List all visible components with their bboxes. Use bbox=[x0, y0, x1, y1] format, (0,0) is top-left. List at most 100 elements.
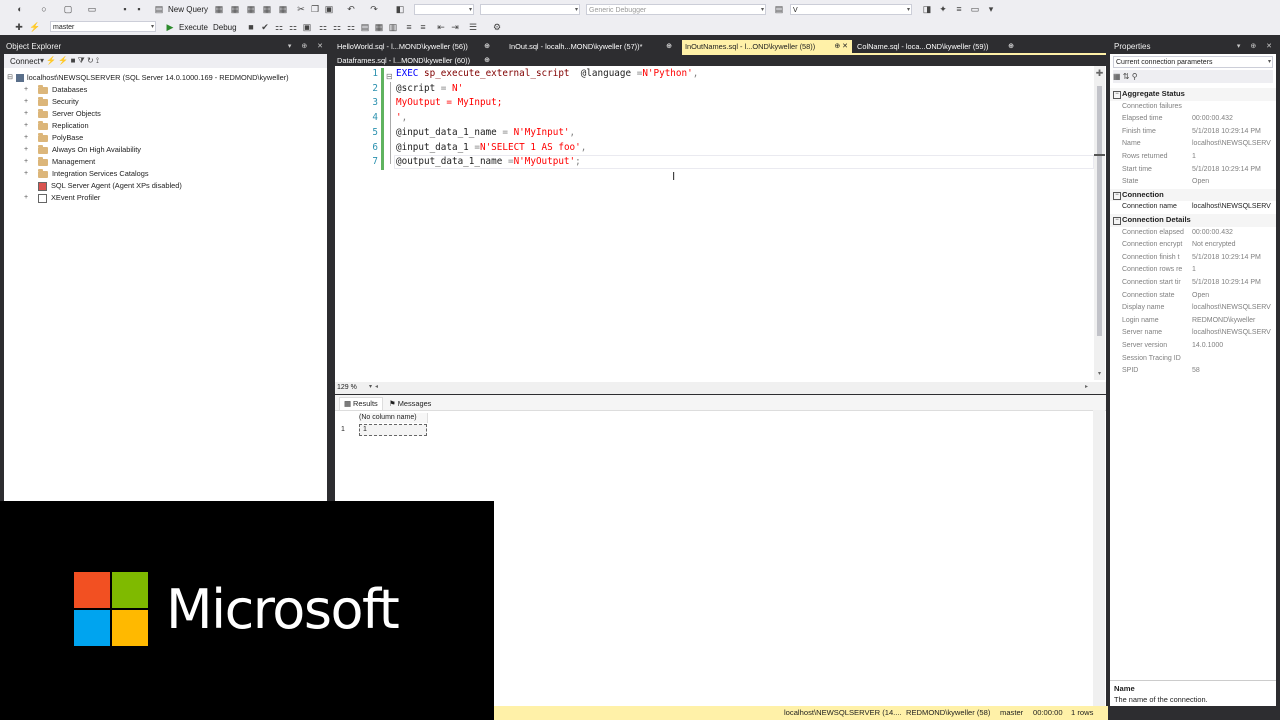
property-category[interactable]: − Aggregate Status bbox=[1110, 88, 1276, 101]
save-icon[interactable]: ▪ bbox=[120, 3, 130, 15]
scroll-left-icon[interactable]: ◂ bbox=[375, 383, 378, 390]
dmx-query-icon[interactable]: ▦ bbox=[246, 3, 256, 15]
platform-combo[interactable]: ▾ bbox=[480, 4, 580, 15]
execute-button[interactable]: Execute bbox=[179, 23, 208, 32]
properties-object-selector[interactable]: Current connection parameters ▾ bbox=[1113, 56, 1273, 68]
specify-values-icon[interactable]: ☰ bbox=[468, 21, 478, 33]
property-row[interactable]: Name localhost\NEWSQLSERV bbox=[1110, 138, 1276, 151]
save-all-icon[interactable]: ▪ bbox=[134, 3, 144, 15]
tab-helloworld[interactable]: HelloWorld.sql - l...MOND\kyweller (56))… bbox=[334, 40, 494, 53]
property-row[interactable]: Session Tracing ID bbox=[1110, 353, 1276, 366]
property-row[interactable]: Connection encrypt Not encrypted bbox=[1110, 239, 1276, 252]
client-stats-icon[interactable]: ⚏ bbox=[346, 21, 356, 33]
query-editor[interactable] bbox=[335, 66, 1106, 382]
template-explorer-icon[interactable]: ▭ bbox=[968, 3, 982, 15]
alphabetical-icon[interactable]: ⇅ bbox=[1123, 72, 1132, 81]
open-file-icon[interactable]: ▭ bbox=[86, 3, 98, 15]
copy-icon[interactable]: ❐ bbox=[310, 3, 320, 15]
property-row[interactable]: Finish time 5/1/2018 10:29:14 PM bbox=[1110, 126, 1276, 139]
parse-icon[interactable]: ✔ bbox=[260, 21, 270, 33]
solution-explorer-icon[interactable]: ◧ bbox=[395, 3, 405, 15]
paste-icon[interactable]: ▣ bbox=[324, 3, 334, 15]
dax-query-icon[interactable]: ▦ bbox=[278, 3, 288, 15]
expand-icon[interactable]: + bbox=[22, 156, 30, 168]
code-line[interactable]: MyOutput = MyInput; bbox=[396, 96, 502, 110]
property-row[interactable]: Login name REDMOND\kyweller bbox=[1110, 315, 1276, 328]
tree-item[interactable]: + Databases bbox=[22, 84, 87, 96]
live-stats-icon[interactable]: ⚏ bbox=[332, 21, 342, 33]
mdx-query-icon[interactable]: ▦ bbox=[230, 3, 240, 15]
undo-icon[interactable]: ↶ bbox=[345, 3, 357, 15]
find-combo[interactable]: V ▾ bbox=[790, 4, 912, 15]
server-node[interactable]: ⊟ localhost\NEWSQLSERVER (SQL Server 14.… bbox=[6, 72, 289, 84]
column-header[interactable]: (No column name) bbox=[359, 413, 428, 423]
expand-icon[interactable]: + bbox=[22, 120, 30, 132]
forward-icon[interactable]: ○ bbox=[38, 3, 50, 15]
toolbar-more-icon[interactable]: ⚙ bbox=[490, 21, 504, 33]
increase-indent-icon[interactable]: ⇥ bbox=[450, 21, 460, 33]
collapse-icon[interactable]: ⊟ bbox=[6, 72, 14, 84]
results-file-icon[interactable]: ▥ bbox=[388, 21, 398, 33]
pin-close-icon[interactable]: ⊕ ✕ bbox=[834, 40, 848, 53]
database-selector[interactable]: master ▾ bbox=[50, 21, 156, 32]
property-category[interactable]: − Connection bbox=[1110, 188, 1276, 202]
tree-item[interactable]: + Server Objects bbox=[22, 108, 101, 120]
collapse-icon[interactable]: − bbox=[1113, 217, 1121, 225]
change-connection-icon[interactable]: ⚡ bbox=[29, 21, 40, 33]
property-row[interactable]: Server version 14.0.1000 bbox=[1110, 340, 1276, 353]
tree-item[interactable]: + Always On High Availability bbox=[22, 144, 141, 156]
property-row[interactable]: Server name localhost\NEWSQLSERV bbox=[1110, 327, 1276, 340]
property-row[interactable]: SPID 58 bbox=[1110, 365, 1276, 378]
zoom-combo[interactable]: 129 % ▾ bbox=[335, 383, 373, 393]
expand-icon[interactable]: + bbox=[22, 96, 30, 108]
property-category[interactable]: − Connection Details bbox=[1110, 214, 1276, 227]
collapse-region-icon[interactable]: ⊟ bbox=[386, 72, 393, 81]
collapse-icon[interactable]: − bbox=[1113, 191, 1121, 200]
property-row[interactable]: Elapsed time 00:00:00.432 bbox=[1110, 113, 1276, 126]
tree-item[interactable]: + Security bbox=[22, 96, 79, 108]
results-tab[interactable]: ▦ Results bbox=[339, 397, 383, 410]
property-row[interactable]: Connection start tir 5/1/2018 10:29:14 PM bbox=[1110, 277, 1276, 290]
expand-icon[interactable]: + bbox=[22, 192, 30, 204]
tree-item[interactable]: SQL Server Agent (Agent XPs disabled) bbox=[22, 180, 182, 192]
code-line[interactable]: @input_data_1_name = N'MyInput', bbox=[396, 126, 575, 140]
cut-icon[interactable]: ✂ bbox=[296, 3, 306, 15]
display-plan-icon[interactable]: ⚏ bbox=[274, 21, 284, 33]
tree-item[interactable]: + PolyBase bbox=[22, 132, 83, 144]
new-query-icon[interactable]: ▤ bbox=[154, 3, 164, 15]
property-row[interactable]: Display name localhost\NEWSQLSERV bbox=[1110, 302, 1276, 315]
xmla-query-icon[interactable]: ▦ bbox=[262, 3, 272, 15]
pin-icon[interactable]: ⊕ bbox=[666, 40, 672, 53]
editor-vertical-scrollbar[interactable]: ✚ ▾ bbox=[1094, 66, 1105, 380]
database-engine-query-icon[interactable]: ▦ bbox=[214, 3, 224, 15]
tab-inout[interactable]: InOut.sql - localh...MOND\kyweller (57))… bbox=[506, 40, 676, 53]
results-text-icon[interactable]: ▤ bbox=[360, 21, 370, 33]
scroll-down-icon[interactable]: ▾ bbox=[1094, 370, 1105, 377]
tree-item[interactable]: + Management bbox=[22, 156, 95, 168]
back-icon[interactable]: ◐ bbox=[14, 3, 26, 15]
find-in-files-icon[interactable]: ▤ bbox=[774, 3, 784, 15]
tree-item[interactable]: + Integration Services Catalogs bbox=[22, 168, 149, 180]
property-row[interactable]: Connection finish t 5/1/2018 10:29:14 PM bbox=[1110, 252, 1276, 265]
property-row[interactable]: State Open bbox=[1110, 176, 1276, 189]
code-line[interactable]: EXEC sp_execute_external_script @languag… bbox=[396, 67, 698, 81]
intellisense-icon[interactable]: ▣ bbox=[302, 21, 312, 33]
new-query-button[interactable]: New Query bbox=[168, 5, 208, 14]
comment-icon[interactable]: ≡ bbox=[404, 21, 414, 33]
expand-icon[interactable]: + bbox=[22, 84, 30, 96]
connect-dropdown-icon[interactable]: ▾ ⚡ ⚡ ■ ⧩ ↻ ⟟ bbox=[40, 56, 99, 66]
split-icon[interactable]: ✚ bbox=[1094, 68, 1105, 79]
connect-button[interactable]: Connect bbox=[10, 57, 40, 66]
property-pages-icon[interactable]: ⚲ bbox=[1132, 72, 1138, 81]
property-row[interactable]: Connection name localhost\NEWSQLSERV bbox=[1110, 201, 1276, 214]
panel-controls-icon[interactable]: ▾ ⊕ ✕ bbox=[288, 40, 327, 53]
decrease-indent-icon[interactable]: ⇤ bbox=[436, 21, 446, 33]
expand-icon[interactable]: + bbox=[22, 108, 30, 120]
include-plan-icon[interactable]: ⚏ bbox=[318, 21, 328, 33]
uncomment-icon[interactable]: ≡ bbox=[418, 21, 428, 33]
results-grid-icon[interactable]: ▦ bbox=[374, 21, 384, 33]
tab-colname[interactable]: ColName.sql - loca...OND\kyweller (59)) ⊕ bbox=[854, 40, 1018, 53]
redo-icon[interactable]: ↷ bbox=[368, 3, 380, 15]
categorized-icon[interactable]: ▦ bbox=[1113, 72, 1123, 81]
connect-icon[interactable]: ✚ bbox=[14, 21, 24, 33]
